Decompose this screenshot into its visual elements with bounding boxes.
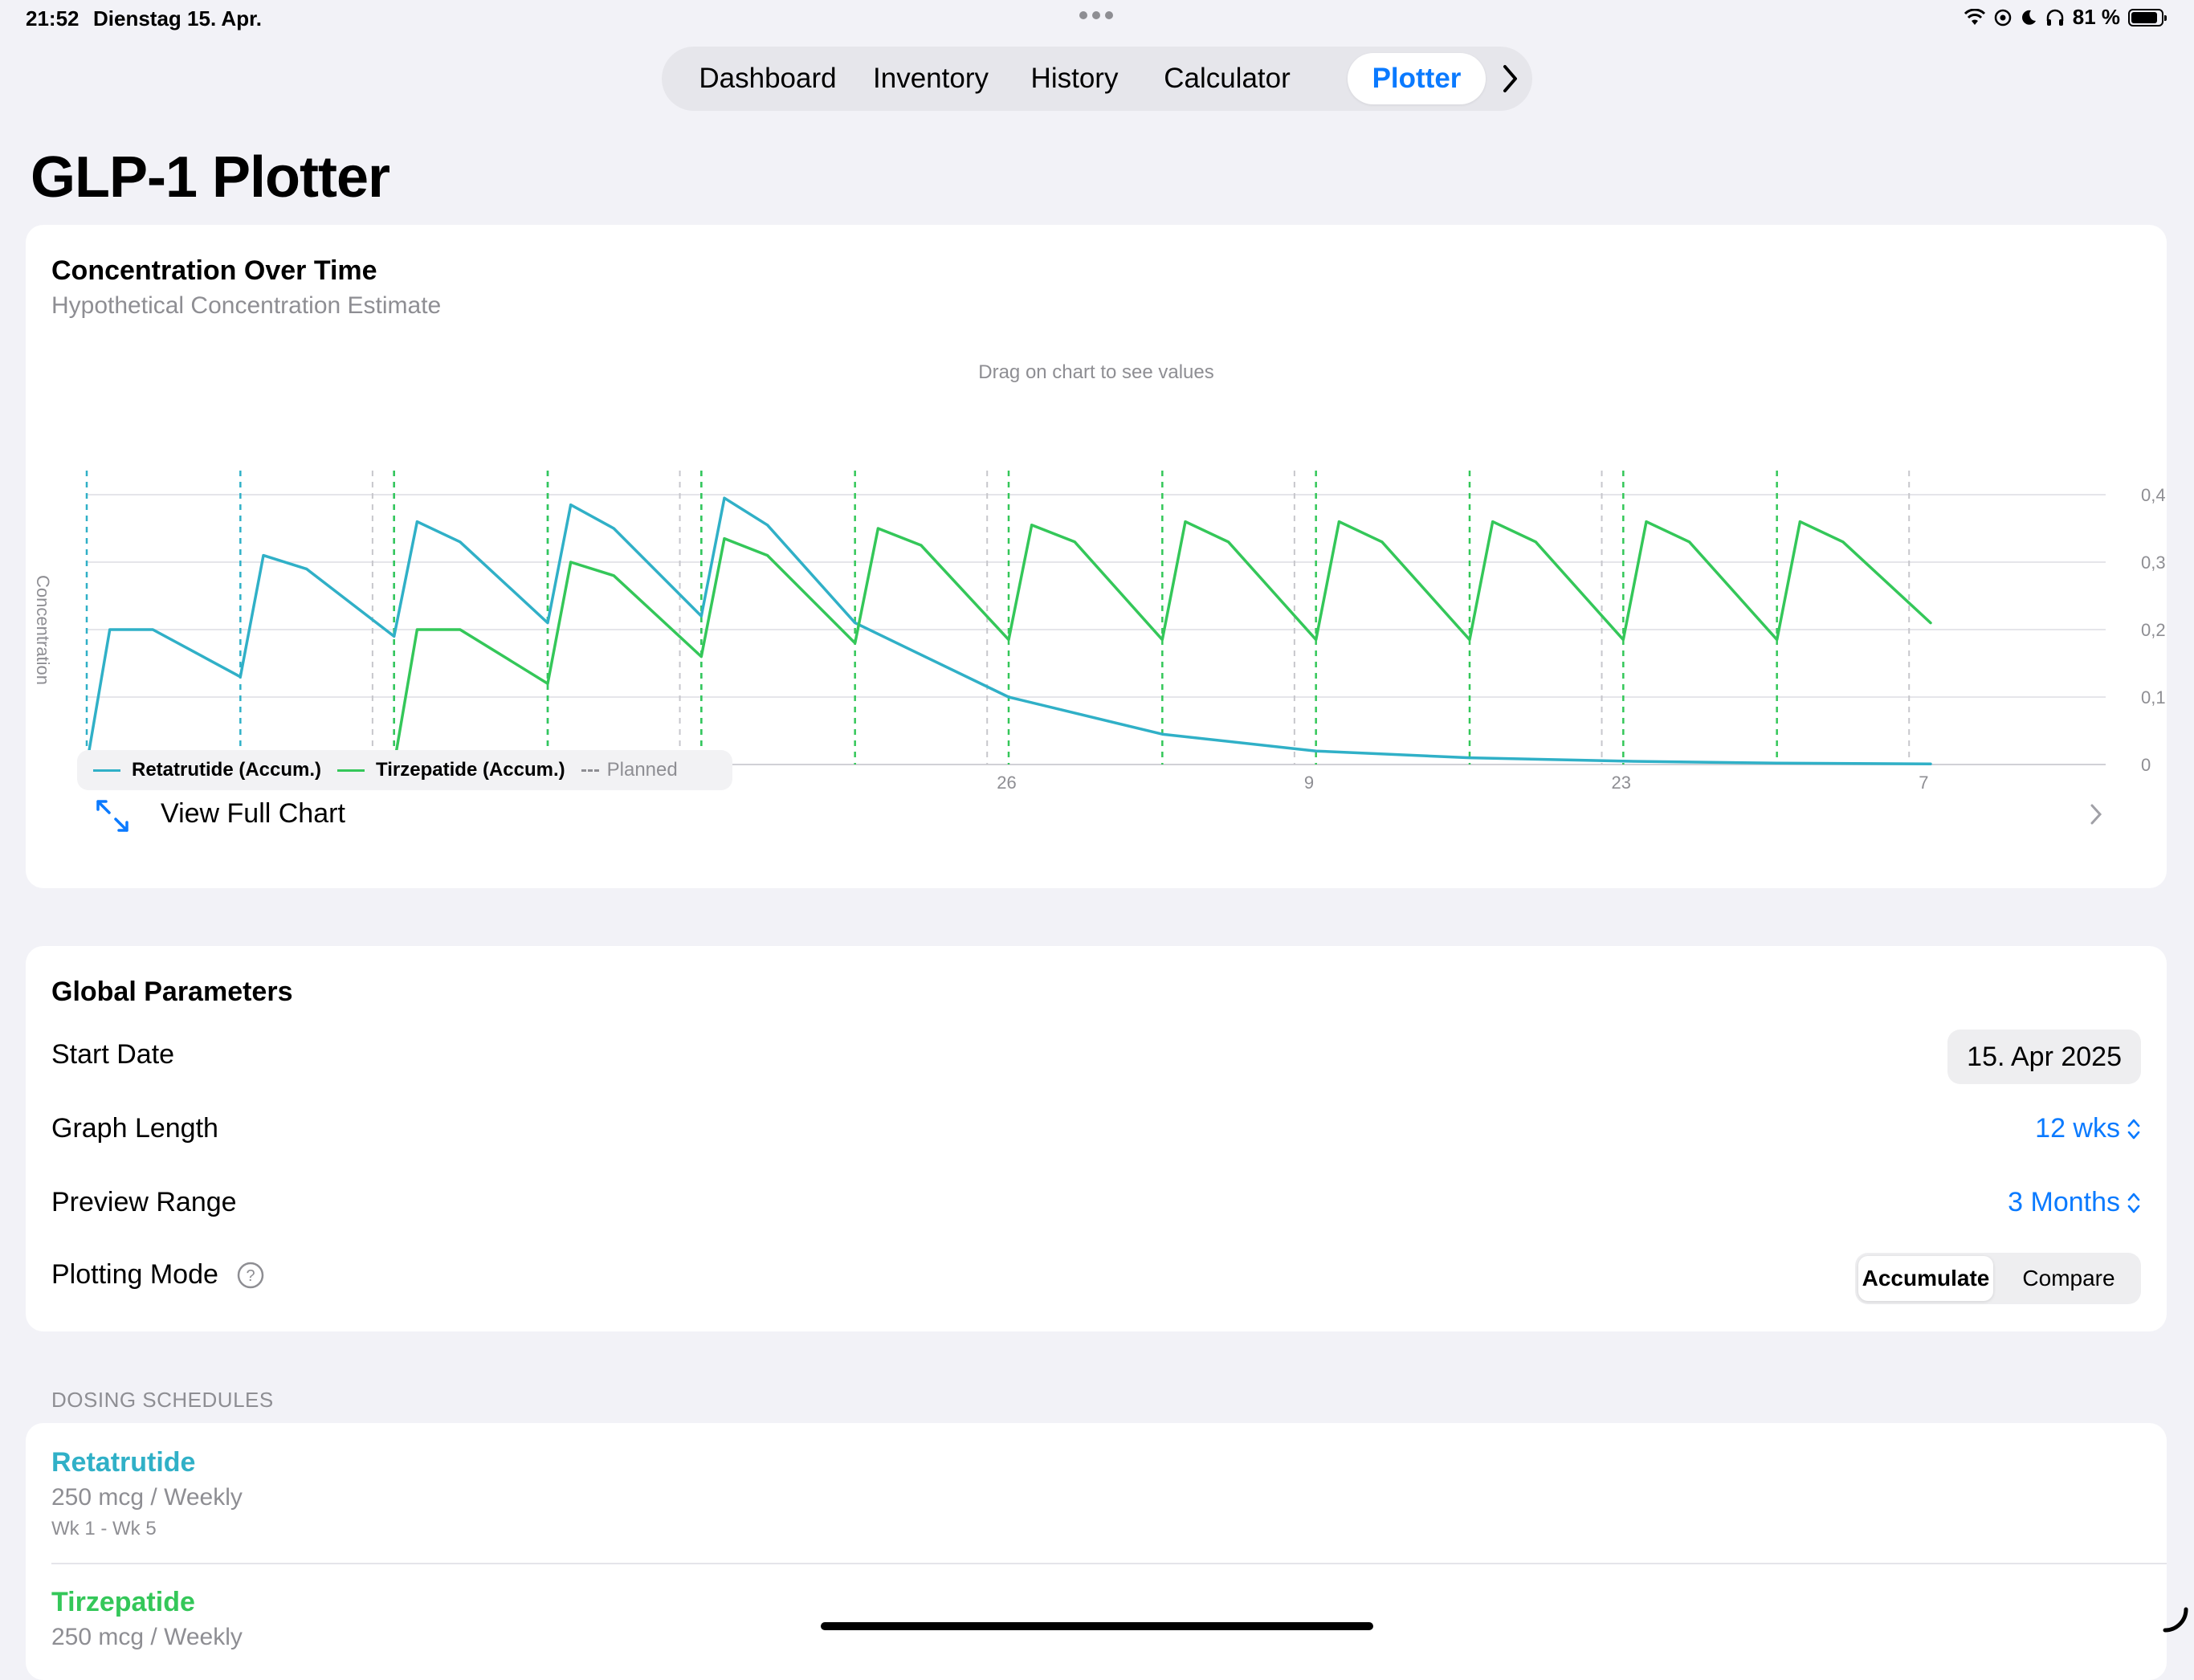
graph-length-picker[interactable]: 12 wks (2035, 1113, 2141, 1144)
battery-icon (2128, 8, 2167, 27)
home-indicator[interactable] (821, 1622, 1373, 1630)
view-full-chart-row[interactable]: View Full Chart (26, 787, 2167, 867)
resize-handle-icon[interactable] (2160, 1605, 2189, 1633)
tab-inventory[interactable]: Inventory (854, 53, 1007, 104)
dosing-schedules-caption: DOSING SCHEDULES (51, 1388, 274, 1412)
drug-range: Wk 1 - Wk 5 (51, 1518, 157, 1539)
mode-compare-button[interactable]: Compare (2000, 1256, 2138, 1301)
expand-icon (96, 800, 128, 832)
headphones-icon (2046, 9, 2063, 26)
view-full-chart-label: View Full Chart (161, 798, 345, 829)
multitasking-dots-icon[interactable] (1079, 11, 1113, 19)
wifi-icon (1964, 8, 1985, 25)
drug-dose: 250 mcg / Weekly (51, 1624, 243, 1650)
chart-card: Concentration Over Time Hypothetical Con… (26, 225, 2167, 888)
dosing-item-retatrutide[interactable]: Retatrutide 250 mcg / Weekly Wk 1 - Wk 5 (26, 1423, 2167, 1558)
global-parameters-card: Global Parameters Start Date 15. Apr 202… (26, 946, 2167, 1331)
legend-retatrutide: Retatrutide (Accum.) (93, 759, 321, 781)
svg-text:?: ? (246, 1267, 255, 1285)
chevron-up-down-icon (2127, 1119, 2140, 1139)
page-title: GLP-1 Plotter (31, 145, 390, 210)
y-tick-label: 0,3 (2141, 553, 2166, 573)
chart-card-title: Concentration Over Time (51, 255, 377, 286)
legend-tirzepatide: Tirzepatide (Accum.) (337, 759, 565, 781)
chart-legend: Retatrutide (Accum.) Tirzepatide (Accum.… (77, 750, 732, 790)
chevron-right-icon[interactable] (1502, 64, 1518, 93)
legend-swatch (93, 769, 120, 772)
status-right: 81 % (1964, 5, 2167, 30)
location-icon (1994, 9, 2011, 26)
mode-accumulate-button[interactable]: Accumulate (1858, 1256, 1993, 1301)
chevron-right-icon (2090, 804, 2102, 825)
tab-dashboard[interactable]: Dashboard (687, 53, 848, 104)
chart-card-subtitle: Hypothetical Concentration Estimate (51, 292, 442, 319)
legend-label: Retatrutide (Accum.) (132, 759, 322, 781)
preview-range-picker[interactable]: 3 Months (2008, 1187, 2141, 1218)
start-date-label: Start Date (51, 1039, 175, 1070)
legend-swatch (581, 769, 599, 772)
y-axis-label: Concentration (33, 575, 53, 685)
chart-hint: Drag on chart to see values (978, 361, 1214, 383)
y-tick-label: 0,1 (2141, 687, 2166, 707)
tab-bar: Dashboard Inventory History Calculator P… (662, 47, 1532, 111)
moon-icon (2021, 10, 2036, 25)
concentration-chart[interactable]: 00,10,20,30,42812269237 (26, 393, 2167, 795)
drug-dose: 250 mcg / Weekly (51, 1484, 243, 1511)
dose-line-layer (85, 471, 1911, 765)
tab-plotter[interactable]: Plotter (1348, 53, 1486, 104)
preview-range-label: Preview Range (51, 1187, 237, 1217)
y-tick-label: 0 (2141, 755, 2151, 775)
drug-name: Retatrutide (51, 1447, 196, 1478)
graph-length-value: 12 wks (2035, 1113, 2120, 1144)
status-time: 21:52 (26, 6, 80, 31)
dosing-schedules-card: Retatrutide 250 mcg / Weekly Wk 1 - Wk 5… (26, 1423, 2167, 1680)
help-icon[interactable]: ? (236, 1261, 265, 1290)
y-tick-label: 0,4 (2141, 485, 2166, 505)
drug-name: Tirzepatide (51, 1587, 195, 1617)
status-date: Dienstag 15. Apr. (93, 6, 262, 31)
start-date-picker[interactable]: 15. Apr 2025 (1947, 1030, 2141, 1084)
plotting-mode-segmented-control: Accumulate Compare (1855, 1253, 2141, 1304)
legend-swatch (337, 769, 365, 772)
tab-calculator[interactable]: Calculator (1142, 53, 1312, 104)
chevron-up-down-icon (2127, 1193, 2140, 1213)
y-tick-label: 0,2 (2141, 620, 2166, 640)
tab-history[interactable]: History (1012, 53, 1137, 104)
graph-length-label: Graph Length (51, 1113, 218, 1144)
global-parameters-title: Global Parameters (51, 977, 293, 1007)
legend-planned: Planned (581, 759, 678, 781)
legend-label: Tirzepatide (Accum.) (376, 759, 565, 781)
legend-label: Planned (606, 759, 678, 781)
grid-layer (87, 494, 2106, 765)
plotting-mode-label: Plotting Mode (51, 1259, 218, 1290)
battery-percent: 81 % (2072, 5, 2120, 29)
preview-range-value: 3 Months (2008, 1187, 2120, 1217)
